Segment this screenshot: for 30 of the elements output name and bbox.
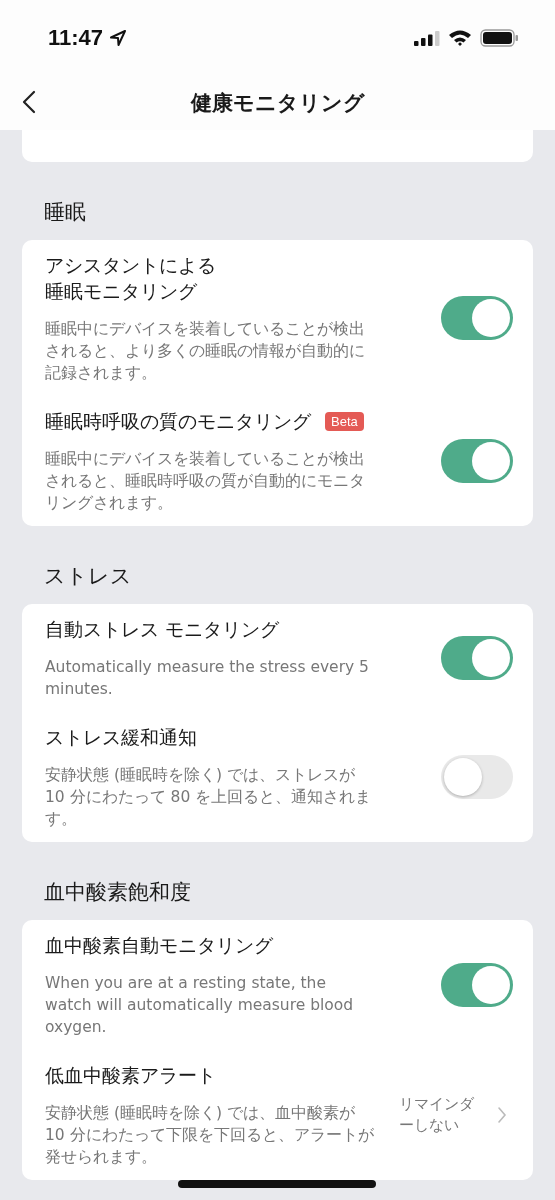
setting-title: ストレス緩和通知: [45, 725, 197, 750]
beta-badge: Beta: [325, 411, 364, 431]
setting-title: 低血中酸素アラート: [45, 1063, 216, 1088]
setting-description: 安静状態 (睡眠時を除く) では、血中酸素が 10 分にわたって下限を下回ると、アラートが発せられます。: [45, 1103, 375, 1168]
battery-icon: [480, 28, 519, 47]
toggle-switch[interactable]: [441, 963, 513, 1007]
toggle-switch[interactable]: [441, 755, 513, 799]
clock-time: 11:47: [48, 24, 104, 51]
setting-title: 自動ストレス モニタリング: [45, 617, 280, 642]
toggle-switch[interactable]: [441, 296, 513, 340]
signal-icon: [414, 29, 440, 46]
setting-description: 睡眠中にデバイスを装着していることが検出されると、睡眠時呼吸の質が自動的にモニタリングされます。: [45, 449, 366, 514]
section-title: ストレス: [43, 563, 133, 590]
setting-description: When you are at a resting state, the watch will automatically measure blood oxygen.: [45, 973, 355, 1038]
back-icon[interactable]: [22, 90, 36, 114]
setting-title: アシスタントによる睡眠モニタリング: [45, 253, 217, 304]
setting-title: 睡眠時呼吸の質のモニタリング: [45, 409, 311, 434]
setting-description: Automatically measure the stress every 5 minutes.: [45, 657, 370, 700]
setting-title: 血中酸素自動モニタリング: [45, 933, 273, 958]
setting-description: 睡眠中にデバイスを装着していることが検出されると、より多くの睡眠の情報が自動的に記録されます。: [45, 319, 366, 384]
screen-title: 健康モニタリング: [190, 89, 365, 117]
setting-description: 安静状態 (睡眠時を除く) では、ストレスが 10 分にわたって 80 を上回ると、通知されます。: [45, 765, 373, 830]
chevron-right-icon[interactable]: [497, 1106, 507, 1124]
toggle-switch[interactable]: [441, 439, 513, 483]
section-title: 血中酸素飽和度: [43, 879, 192, 906]
setting-value[interactable]: リマインダーしない: [399, 1094, 479, 1136]
section-title: 睡眠: [43, 199, 87, 226]
wifi-icon: [448, 29, 472, 46]
toggle-switch[interactable]: [441, 636, 513, 680]
location-arrow-icon: [109, 28, 128, 47]
